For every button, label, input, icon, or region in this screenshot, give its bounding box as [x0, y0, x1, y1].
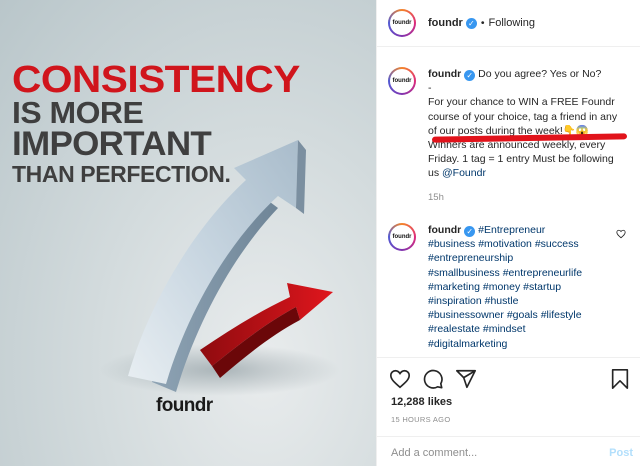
hashtag-link[interactable]: #success — [535, 238, 579, 250]
avatar[interactable]: foundr — [388, 9, 416, 37]
hashtag-body: foundr ✓ #Entrepreneur #business #motivat… — [428, 223, 626, 351]
hashtag-link[interactable]: #business — [428, 238, 475, 250]
image-brand-logo: foundr — [156, 395, 213, 416]
avatar-label: foundr — [390, 69, 414, 93]
post-side-panel: foundr foundr ✓ • Following foundr found… — [376, 0, 640, 466]
headline-line-1: CONSISTENCY — [12, 59, 300, 101]
headline-line-2: IS MORE — [12, 95, 144, 130]
hashtag-link[interactable]: #entrepreneurlife — [503, 267, 582, 279]
add-comment-bar: Add a comment... Post — [377, 436, 640, 466]
hashtag-link[interactable]: #motivation — [478, 238, 532, 250]
caption-first-line: Do you agree? Yes or No? — [478, 68, 602, 80]
add-comment-input[interactable]: Add a comment... — [391, 447, 477, 459]
separator-dot: • — [480, 17, 485, 29]
hashtag-link[interactable]: #digitalmarketing — [428, 338, 507, 350]
hashtag-link[interactable]: #realestate — [428, 323, 480, 335]
hashtag-link[interactable]: #goals — [507, 309, 538, 321]
comments-list[interactable]: foundr foundr ✓ Do you agree? Yes or No? … — [377, 47, 640, 357]
headline-line-3: IMPORTANT — [12, 125, 212, 163]
caption-dash: - — [428, 82, 432, 95]
post-header: foundr foundr ✓ • Following — [377, 0, 640, 47]
post-comment-button[interactable]: Post — [609, 447, 633, 459]
caption-time: 15h — [428, 191, 444, 203]
avatar[interactable]: foundr — [388, 67, 416, 95]
heart-icon[interactable] — [389, 368, 411, 390]
hashtag-link[interactable]: #Entrepreneur — [478, 224, 545, 236]
hashtag-link[interactable]: #lifestyle — [541, 309, 582, 321]
mention-link[interactable]: @Foundr — [442, 167, 486, 179]
comment-icon[interactable] — [422, 368, 444, 390]
following-button[interactable]: Following — [489, 17, 535, 29]
hashtag-link[interactable]: #mindset — [483, 323, 526, 335]
caption-username[interactable]: foundr — [428, 68, 461, 80]
hashtag-link[interactable]: #startup — [523, 281, 561, 293]
verified-badge-icon: ✓ — [464, 226, 476, 237]
hashtag-link[interactable]: #entrepreneurship — [428, 252, 513, 264]
post-image[interactable]: CONSISTENCY IS MORE IMPORTANT THAN PERFE… — [0, 0, 376, 466]
hashtag-link[interactable]: #hustle — [485, 295, 519, 307]
image-headline: CONSISTENCY IS MORE IMPORTANT THAN PERFE… — [12, 61, 372, 188]
hashtag-link[interactable]: #inspiration — [428, 295, 482, 307]
share-icon[interactable] — [455, 368, 477, 390]
action-bar: 12,288 likes 15 HOURS AGO Add a comment.… — [377, 357, 640, 465]
post-timestamp: 15 HOURS AGO — [391, 415, 451, 424]
avatar[interactable]: foundr — [388, 223, 416, 251]
hashtag-link[interactable]: #smallbusiness — [428, 267, 500, 279]
hashtag-comment: foundr foundr ✓ #Entrepreneur #business #… — [388, 223, 638, 351]
hashtag-link[interactable]: #businessowner — [428, 309, 504, 321]
avatar-label: foundr — [390, 11, 414, 35]
header-username[interactable]: foundr — [428, 17, 463, 29]
comment-username[interactable]: foundr — [428, 224, 461, 236]
headline-line-4: THAN PERFECTION. — [12, 161, 231, 187]
bookmark-icon[interactable] — [609, 368, 631, 390]
likes-count[interactable]: 12,288 likes — [391, 396, 452, 408]
like-comment-heart-icon[interactable] — [616, 229, 626, 239]
avatar-label: foundr — [390, 225, 414, 249]
verified-badge-icon: ✓ — [464, 70, 476, 81]
instagram-post-modal: CONSISTENCY IS MORE IMPORTANT THAN PERFE… — [0, 0, 640, 466]
verified-badge-icon: ✓ — [465, 17, 477, 29]
hashtag-link[interactable]: #marketing — [428, 281, 480, 293]
hashtag-link[interactable]: #money — [483, 281, 520, 293]
